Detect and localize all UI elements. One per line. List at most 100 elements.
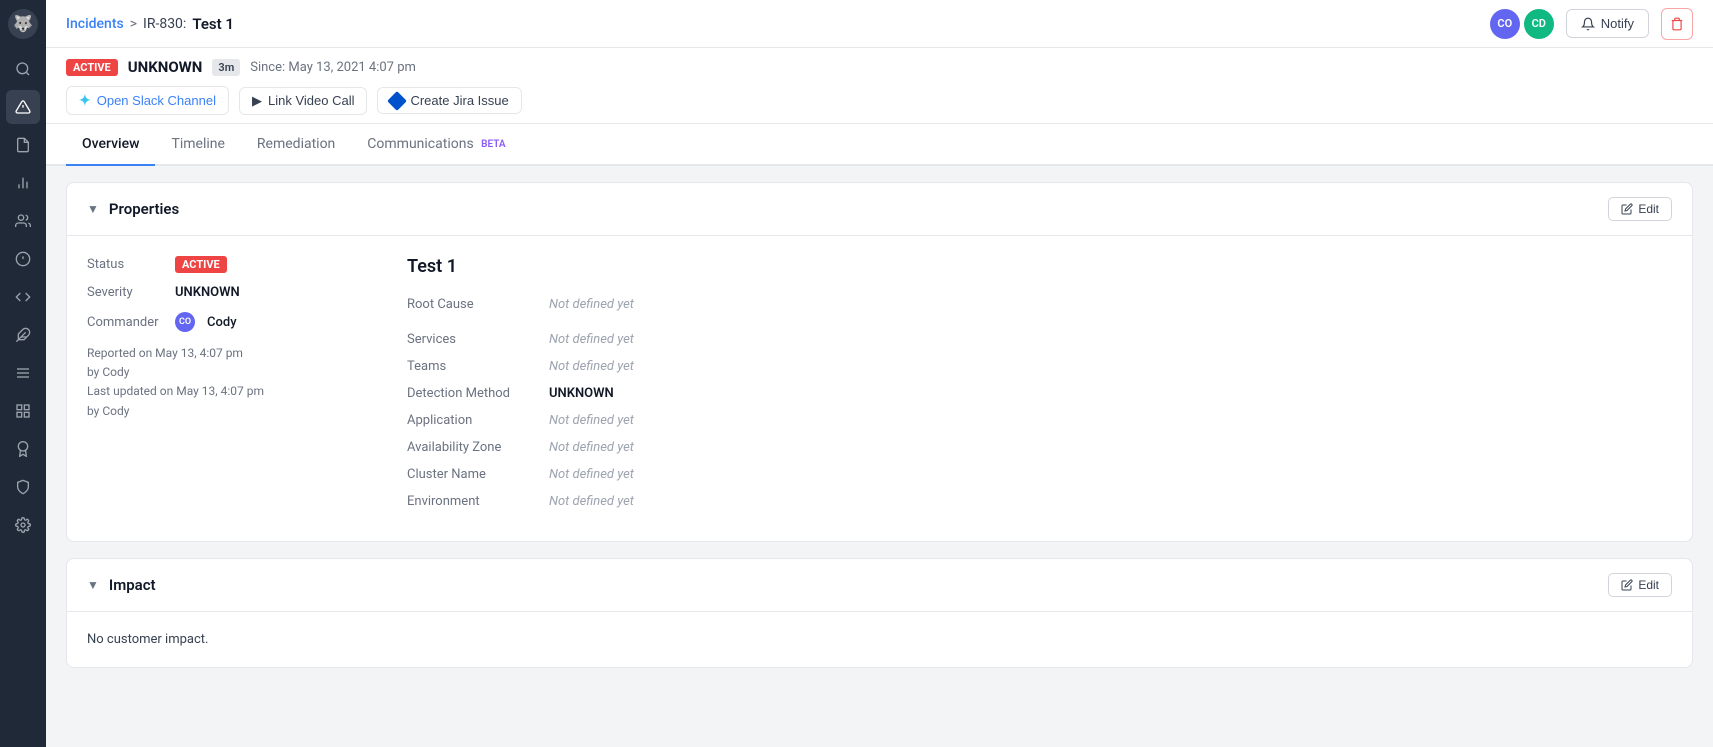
status-prop-label: Status — [87, 257, 167, 272]
availability-label: Availability Zone — [407, 440, 537, 455]
spacer — [407, 324, 1672, 332]
main-content: Incidents > IR-830: Test 1 CO CD Notify … — [46, 0, 1713, 747]
incident-detail-title: Test 1 — [407, 256, 1672, 277]
root-cause-value: Not defined yet — [549, 297, 634, 312]
services-row: Services Not defined yet — [407, 332, 1672, 347]
impact-edit-button[interactable]: Edit — [1608, 573, 1672, 597]
sidebar-item-charts[interactable] — [6, 166, 40, 200]
sidebar-item-puzzle[interactable] — [6, 318, 40, 352]
sidebar-item-incidents[interactable] — [6, 90, 40, 124]
availability-row: Availability Zone Not defined yet — [407, 440, 1672, 455]
notify-button[interactable]: Notify — [1566, 9, 1649, 38]
video-icon: ▶ — [252, 93, 262, 109]
impact-edit-label: Edit — [1638, 578, 1659, 592]
slack-label: Open Slack Channel — [97, 93, 216, 108]
trash-icon — [1670, 17, 1684, 31]
avatar-2: CD — [1524, 9, 1554, 39]
tab-remediation[interactable]: Remediation — [241, 124, 351, 166]
slack-icon: ✦ — [79, 92, 91, 109]
cluster-row: Cluster Name Not defined yet — [407, 467, 1672, 482]
application-label: Application — [407, 413, 537, 428]
properties-header: ▼ Properties Edit — [67, 183, 1692, 236]
notify-label: Notify — [1601, 16, 1634, 31]
status-active-value: ACTIVE — [175, 256, 227, 273]
properties-body: Status ACTIVE Severity UNKNOWN Commander… — [67, 236, 1692, 541]
sidebar-item-shield[interactable] — [6, 470, 40, 504]
services-value: Not defined yet — [549, 332, 634, 347]
last-updated: Last updated on May 13, 4:07 pm — [87, 382, 367, 401]
availability-value: Not defined yet — [549, 440, 634, 455]
breadcrumb: Incidents > IR-830: Test 1 — [66, 15, 234, 33]
impact-title: Impact — [109, 576, 1598, 594]
detection-value: UNKNOWN — [549, 386, 614, 401]
link-video-button[interactable]: ▶ Link Video Call — [239, 87, 367, 115]
incident-title-header: Test 1 — [192, 15, 234, 33]
avatar-group: CO CD — [1490, 9, 1554, 39]
properties-title: Properties — [109, 200, 1598, 218]
properties-right: Test 1 Root Cause Not defined yet Servic… — [407, 256, 1672, 521]
action-row: ✦ Open Slack Channel ▶ Link Video Call C… — [66, 86, 1693, 115]
delete-button[interactable] — [1661, 8, 1693, 40]
commander-avatar: CO — [175, 312, 195, 332]
application-value: Not defined yet — [549, 413, 634, 428]
header-actions: CO CD Notify — [1490, 8, 1693, 40]
tabs-nav: Overview Timeline Remediation Communicat… — [46, 124, 1713, 166]
reported-by: by Cody — [87, 363, 367, 382]
detection-row: Detection Method UNKNOWN — [407, 386, 1672, 401]
since-text: Since: May 13, 2021 4:07 pm — [250, 60, 416, 75]
sidebar-item-search[interactable] — [6, 52, 40, 86]
impact-body: No customer impact. — [67, 612, 1692, 667]
jira-icon — [388, 91, 408, 111]
create-jira-button[interactable]: Create Jira Issue — [377, 87, 521, 114]
time-badge: 3m — [212, 59, 240, 76]
tab-overview[interactable]: Overview — [66, 124, 155, 166]
commander-row-prop: Commander CO Cody — [87, 312, 367, 332]
breadcrumb-incidents-link[interactable]: Incidents — [66, 16, 124, 32]
sidebar-item-reports[interactable] — [6, 128, 40, 162]
properties-edit-button[interactable]: Edit — [1608, 197, 1672, 221]
avatar-1: CO — [1490, 9, 1520, 39]
video-label: Link Video Call — [268, 93, 354, 108]
jira-label: Create Jira Issue — [410, 93, 508, 108]
properties-left: Status ACTIVE Severity UNKNOWN Commander… — [87, 256, 367, 521]
environment-label: Environment — [407, 494, 537, 509]
teams-label: Teams — [407, 359, 537, 374]
sidebar: 🐺 — [0, 0, 46, 747]
sidebar-item-badges[interactable] — [6, 432, 40, 466]
impact-chevron-icon: ▼ — [87, 578, 99, 592]
header: Incidents > IR-830: Test 1 CO CD Notify — [46, 0, 1713, 48]
incident-id: IR-830: — [143, 16, 186, 32]
severity-row-prop: Severity UNKNOWN — [87, 285, 367, 300]
open-slack-button[interactable]: ✦ Open Slack Channel — [66, 86, 229, 115]
properties-section: ▼ Properties Edit Status ACTIVE Severity… — [66, 182, 1693, 542]
impact-header: ▼ Impact Edit — [67, 559, 1692, 612]
tab-communications[interactable]: Communications BETA — [351, 124, 521, 166]
status-row: ACTIVE UNKNOWN 3m Since: May 13, 2021 4:… — [66, 58, 1693, 76]
bell-icon — [1581, 17, 1595, 31]
commander-prop-value: Cody — [207, 315, 237, 330]
prop-meta: Reported on May 13, 4:07 pm by Cody Last… — [87, 344, 367, 421]
environment-row: Environment Not defined yet — [407, 494, 1672, 509]
reported-on: Reported on May 13, 4:07 pm — [87, 344, 367, 363]
sidebar-logo: 🐺 — [7, 8, 39, 40]
sidebar-item-integrations[interactable] — [6, 280, 40, 314]
sidebar-item-alerts[interactable] — [6, 242, 40, 276]
sidebar-item-team[interactable] — [6, 204, 40, 238]
sidebar-item-menu[interactable] — [6, 356, 40, 390]
svg-text:🐺: 🐺 — [13, 14, 33, 33]
cluster-value: Not defined yet — [549, 467, 634, 482]
sidebar-item-list[interactable] — [6, 394, 40, 428]
severity-prop-value: UNKNOWN — [175, 285, 240, 300]
tab-timeline[interactable]: Timeline — [155, 124, 240, 166]
properties-chevron-icon: ▼ — [87, 202, 99, 216]
breadcrumb-separator: > — [130, 16, 137, 32]
impact-section: ▼ Impact Edit No customer impact. — [66, 558, 1693, 668]
sidebar-item-settings[interactable] — [6, 508, 40, 542]
severity-prop-label: Severity — [87, 285, 167, 300]
commander-prop-label: Commander — [87, 315, 167, 330]
environment-value: Not defined yet — [549, 494, 634, 509]
impact-edit-icon — [1621, 579, 1633, 591]
status-row-prop: Status ACTIVE — [87, 256, 367, 273]
properties-edit-label: Edit — [1638, 202, 1659, 216]
root-cause-row: Root Cause Not defined yet — [407, 297, 1672, 312]
